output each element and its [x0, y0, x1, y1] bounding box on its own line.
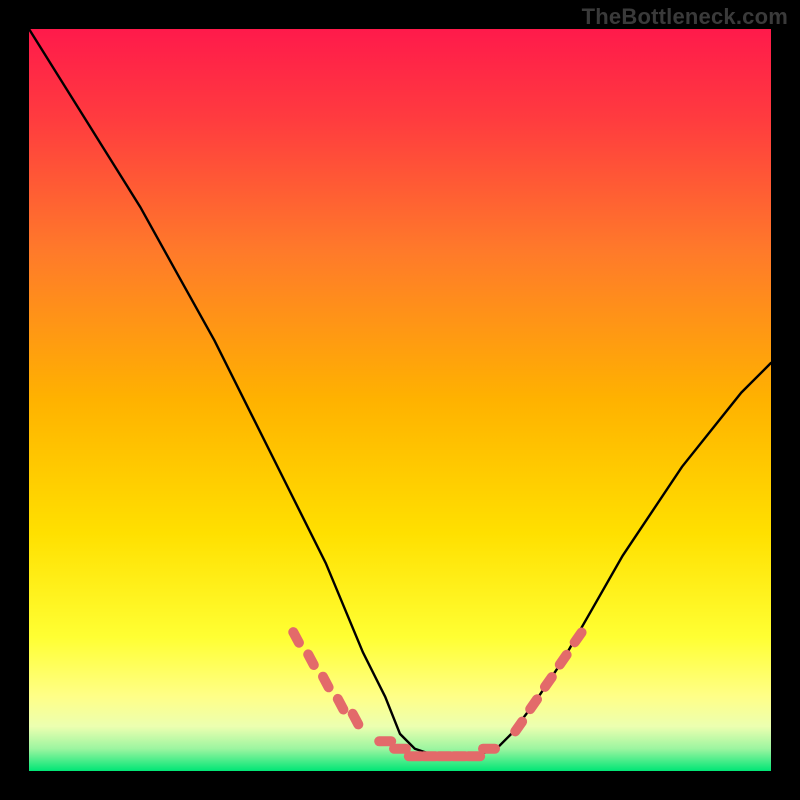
curve-marker — [478, 744, 500, 754]
watermark-text: TheBottleneck.com — [582, 4, 788, 30]
gradient-background — [29, 29, 771, 771]
chart-frame: TheBottleneck.com — [0, 0, 800, 800]
plot-area — [29, 29, 771, 771]
bottleneck-chart — [29, 29, 771, 771]
